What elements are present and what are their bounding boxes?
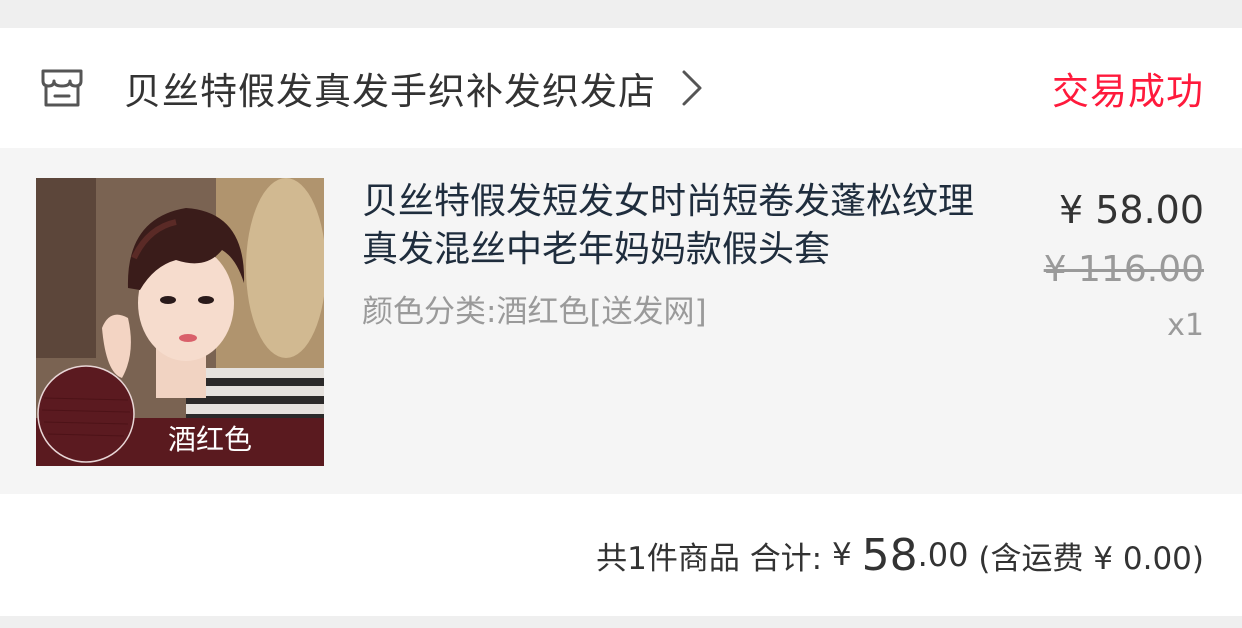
shop-header[interactable]: 贝丝特假发真发手织补发织发店 交易成功 [0, 28, 1242, 148]
currency-symbol: ¥ [832, 537, 852, 573]
shop-icon [38, 64, 86, 112]
total-label: 合计: [749, 540, 823, 577]
bottom-spacer [0, 616, 1242, 628]
item-title[interactable]: 贝丝特假发短发女时尚短卷发蓬松纹理真发混丝中老年妈妈款假头套 [362, 178, 982, 274]
total-integer: 58 [861, 529, 918, 581]
price-column: ¥ 58.00 ¥ 116.00 x1 [1044, 184, 1204, 343]
order-summary: 共1件商品 合计: ¥ 58 .00 (含运费 ¥ 0.00) [0, 494, 1242, 616]
item-count: 共1件商品 [596, 540, 740, 577]
total-decimal: .00 [917, 536, 969, 574]
item-quantity: x1 [1167, 308, 1204, 343]
shipping-fee: (含运费 ¥ 0.00) [978, 540, 1204, 577]
top-spacer [0, 0, 1242, 28]
item-original-price: ¥ 116.00 [1043, 249, 1204, 290]
item-price: ¥ 58.00 [1058, 188, 1204, 232]
product-thumbnail[interactable]: 酒红色 [36, 178, 324, 466]
chevron-right-icon[interactable] [680, 66, 708, 110]
thumbnail-color-caption: 酒红色 [168, 423, 253, 456]
order-status: 交易成功 [1052, 70, 1204, 113]
shop-name[interactable]: 贝丝特假发真发手织补发织发店 [124, 61, 656, 115]
order-item[interactable]: 酒红色 贝丝特假发短发女时尚短卷发蓬松纹理真发混丝中老年妈妈款假头套 颜色分类:… [0, 148, 1242, 494]
item-sku: 颜色分类:酒红色[送发网] [362, 294, 707, 330]
